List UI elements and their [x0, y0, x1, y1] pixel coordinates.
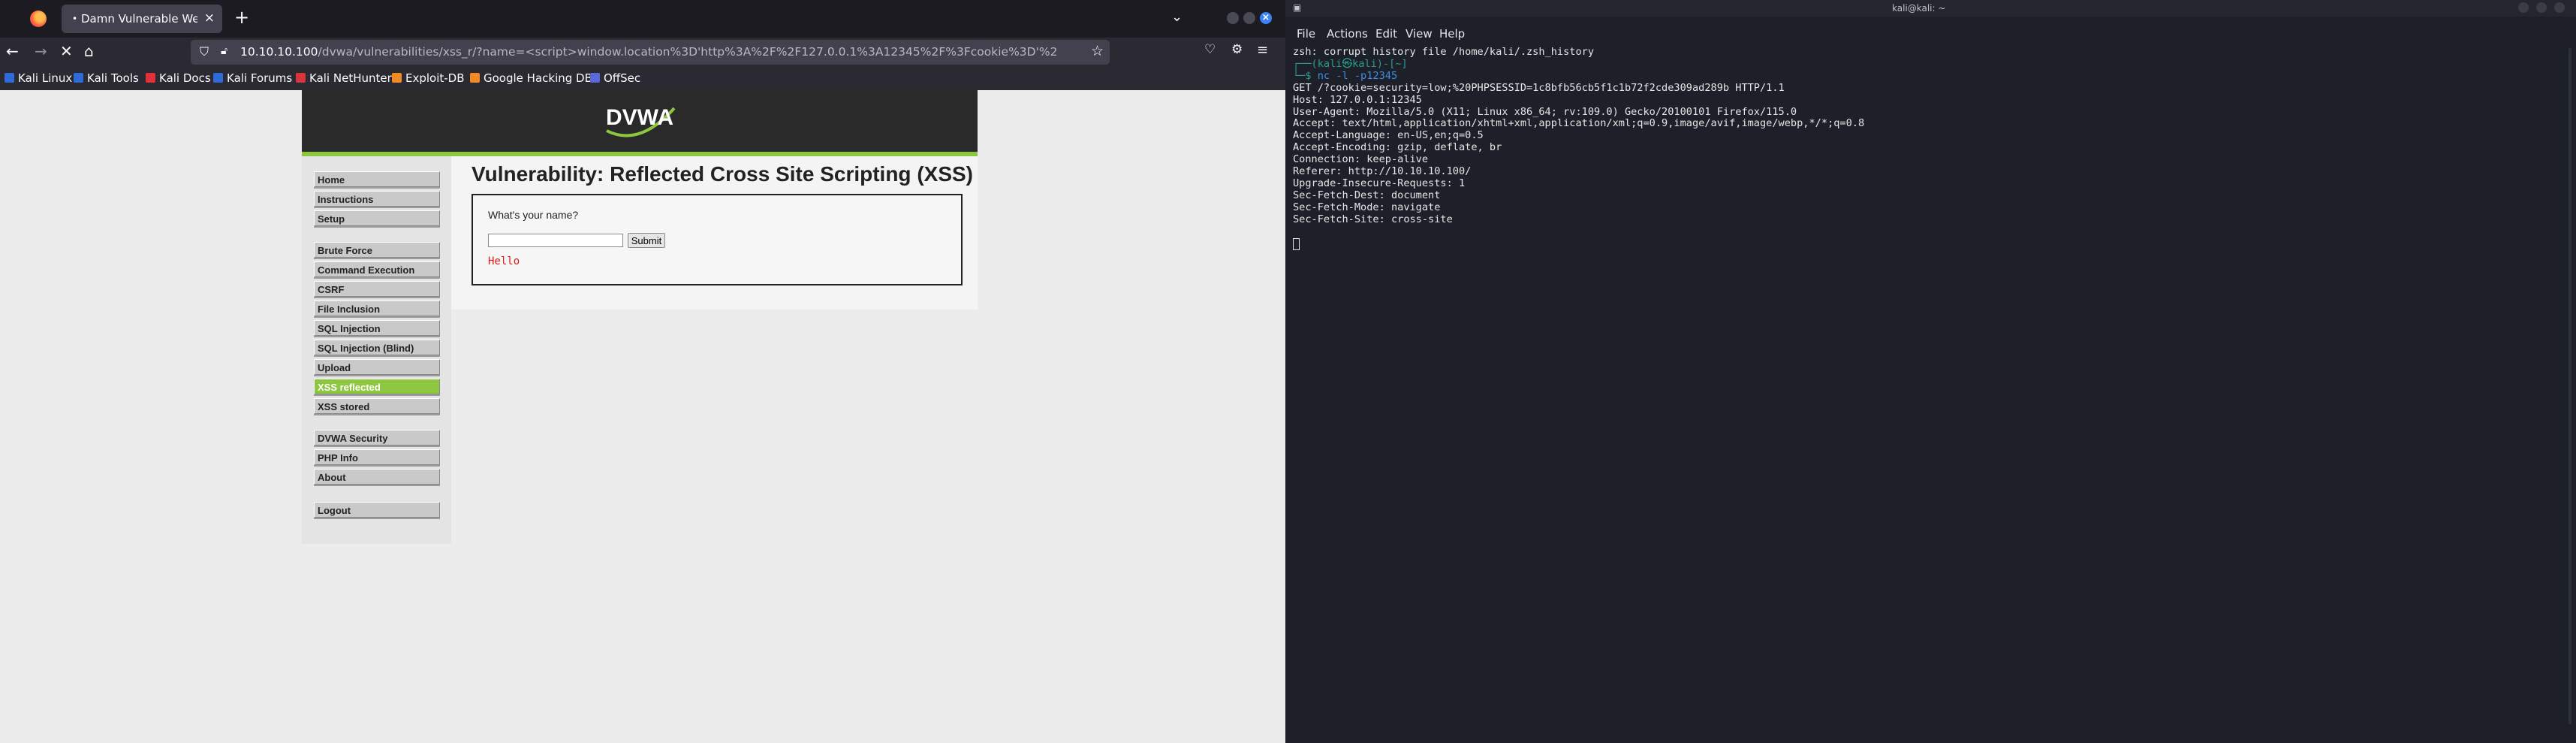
dvwa-container: DVWA Home Instructions Setup Brute Force…	[302, 90, 978, 544]
firefox-icon	[30, 11, 47, 27]
menu-item-logout[interactable]: Logout	[314, 502, 440, 518]
output-line: Sec-Fetch-Mode: navigate	[1293, 201, 1441, 213]
tab-title: Damn Vulnerable Web App	[81, 12, 197, 26]
terminal-maximize-button[interactable]	[2536, 2, 2547, 13]
firefox-window: • Damn Vulnerable Web App × + ⌄ × ← → ✕ …	[0, 0, 1285, 743]
output-line: Connection: keep-alive	[1293, 153, 1429, 166]
address-bar[interactable]: ⛉ 🔓︎ 10.10.10.100/dvwa/vulnerabilities/x…	[191, 40, 1110, 65]
terminal-menu-edit[interactable]: Edit	[1375, 27, 1397, 41]
menu-item-xss-reflected[interactable]: XSS reflected	[314, 379, 440, 394]
output-line: GET /?cookie=security=low;%20PHPSESSID=1…	[1293, 81, 1785, 94]
output-line: Sec-Fetch-Dest: document	[1293, 189, 1441, 201]
home-icon[interactable]: ⌂	[84, 42, 94, 60]
xss-result-text: Hello	[488, 255, 520, 267]
name-label: What's your name?	[488, 209, 579, 221]
terminal-scrollbar[interactable]	[2568, 48, 2571, 724]
menu-item-about[interactable]: About	[314, 469, 440, 485]
menu-item-home[interactable]: Home	[314, 171, 440, 187]
close-tab-icon[interactable]: ×	[204, 11, 215, 26]
output-line: Sec-Fetch-Site: cross-site	[1293, 213, 1453, 225]
terminal-cursor	[1293, 237, 1300, 250]
menu-item-upload[interactable]: Upload	[314, 359, 440, 375]
terminal-menu-actions[interactable]: Actions	[1327, 27, 1368, 41]
menu-icon[interactable]: ≡	[1257, 42, 1268, 58]
nc-command: nc -l -p12345	[1317, 69, 1398, 82]
page-viewport: DVWA Home Instructions Setup Brute Force…	[0, 90, 1285, 743]
bookmark-offsec[interactable]: OffSec	[590, 71, 640, 85]
menu-item-csrf[interactable]: CSRF	[314, 281, 440, 297]
minimize-button[interactable]	[1227, 12, 1239, 24]
output-line: Upgrade-Insecure-Requests: 1	[1293, 177, 1466, 189]
forward-arrow-icon[interactable]: →	[35, 42, 47, 60]
menu-item-sql-injection-blind[interactable]: SQL Injection (Blind)	[314, 340, 440, 355]
maximize-button[interactable]	[1243, 12, 1255, 24]
tab-dvwa[interactable]: • Damn Vulnerable Web App ×	[62, 5, 222, 33]
menu-item-brute-force[interactable]: Brute Force	[314, 242, 440, 258]
pocket-icon[interactable]: ♡	[1204, 42, 1216, 57]
bookmark-kali-linux[interactable]: Kali Linux	[5, 71, 72, 85]
menu-item-file-inclusion[interactable]: File Inclusion	[314, 301, 440, 316]
submit-button[interactable]: Submit	[628, 233, 665, 248]
menu-item-php-info[interactable]: PHP Info	[314, 449, 440, 465]
list-tabs-icon[interactable]: ⌄	[1171, 9, 1183, 25]
menu-item-dvwa-security[interactable]: DVWA Security	[314, 430, 440, 445]
terminal-title: kali@kali: ~	[1892, 3, 1946, 14]
terminal-menu-view[interactable]: View	[1406, 27, 1433, 41]
bookmark-kali-tools[interactable]: Kali Tools	[74, 71, 139, 85]
prompt-command-line: └─$ nc -l -p12345	[1293, 69, 1398, 82]
svg-text:DVWA: DVWA	[606, 105, 673, 130]
back-arrow-icon[interactable]: ←	[6, 42, 19, 60]
bookmark-kali-nethunter[interactable]: Kali NetHunter	[296, 71, 392, 85]
history-warning-line: zsh: corrupt history file /home/kali/.zs…	[1293, 46, 1595, 58]
tracking-shield-icon[interactable]: ⛉	[200, 44, 209, 59]
output-line: Referer: http://10.10.10.100/	[1293, 165, 1472, 178]
terminal-window: ▣ kali@kali: ~ File Actions Edit View He…	[1285, 0, 2576, 743]
close-window-button[interactable]: ×	[1260, 12, 1272, 24]
loading-dot-icon: •	[72, 14, 78, 24]
output-line: User-Agent: Mozilla/5.0 (X11; Linux x86_…	[1293, 105, 1797, 118]
output-line: Accept-Language: en-US,en;q=0.5	[1293, 129, 1484, 142]
dvwa-sidebar-menu: Home Instructions Setup Brute Force Comm…	[302, 156, 451, 544]
bookmark-kali-docs[interactable]: Kali Docs	[146, 71, 211, 85]
terminal-close-button[interactable]	[2554, 2, 2565, 13]
bookmark-google-hacking-db[interactable]: Google Hacking DB	[470, 71, 592, 85]
extensions-icon[interactable]: ⚙	[1231, 42, 1243, 57]
terminal-output[interactable]: zsh: corrupt history file /home/kali/.zs…	[1293, 46, 2562, 252]
terminal-titlebar: ▣ kali@kali: ~	[1285, 0, 2576, 17]
terminal-icon: ▣	[1293, 2, 1302, 13]
menu-item-xss-stored[interactable]: XSS stored	[314, 398, 440, 414]
output-line: Accept-Encoding: gzip, deflate, br	[1293, 141, 1502, 154]
menu-item-instructions[interactable]: Instructions	[314, 191, 440, 207]
menu-item-sql-injection[interactable]: SQL Injection	[314, 320, 440, 336]
bookmark-kali-forums[interactable]: Kali Forums	[213, 71, 292, 85]
output-line: Accept: text/html,application/xhtml+xml,…	[1293, 117, 1865, 130]
terminal-menu-file[interactable]: File	[1297, 27, 1315, 41]
dvwa-logo: DVWA	[606, 105, 676, 137]
name-input[interactable]	[488, 234, 623, 247]
prompt-top-line: ┌──(kali㉿kali)-[~]	[1293, 57, 1408, 70]
menu-item-setup[interactable]: Setup	[314, 210, 440, 226]
tab-bar: • Damn Vulnerable Web App × + ⌄ ×	[0, 0, 1285, 38]
output-line: Host: 127.0.0.1:12345	[1293, 93, 1422, 106]
dvwa-header: DVWA	[302, 90, 978, 156]
terminal-menu-help[interactable]: Help	[1439, 27, 1465, 41]
bookmark-exploit-db[interactable]: Exploit-DB	[392, 71, 465, 85]
bookmark-star-icon[interactable]: ☆	[1091, 43, 1104, 59]
bookmarks-toolbar: Kali Linux Kali Tools Kali Docs Kali For…	[0, 68, 1285, 90]
page-title: Vulnerability: Reflected Cross Site Scri…	[472, 162, 973, 186]
page-info-icon[interactable]: 🔓︎	[221, 45, 227, 57]
url-text: 10.10.10.100/dvwa/vulnerabilities/xss_r/…	[240, 45, 1059, 59]
terminal-menubar: File Actions Edit View Help	[1285, 23, 2576, 45]
stop-loading-icon[interactable]: ✕	[60, 42, 73, 60]
menu-item-command-execution[interactable]: Command Execution	[314, 261, 440, 277]
xss-form-box: What's your name? Submit Hello	[472, 194, 963, 285]
new-tab-button[interactable]: +	[234, 7, 249, 28]
terminal-minimize-button[interactable]	[2518, 2, 2529, 13]
http-request-output: GET /?cookie=security=low;%20PHPSESSID=1…	[1293, 81, 2562, 226]
navigation-toolbar: ← → ✕ ⌂ ⛉ 🔓︎ 10.10.10.100/dvwa/vulnerabi…	[0, 38, 1285, 68]
